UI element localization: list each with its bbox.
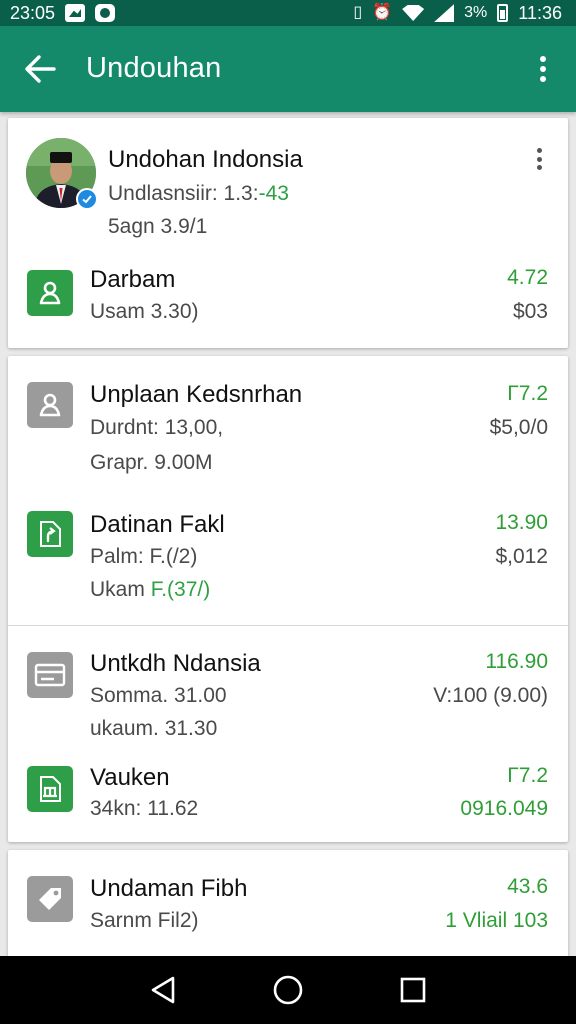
- list-item-amount: 13.90: [495, 511, 548, 534]
- list-item-title: Unplaan Kedsnrhan: [90, 381, 303, 408]
- list-item-amount: 43.6: [507, 875, 548, 898]
- list-item-amount-secondary: 1 Vliail 103: [445, 909, 548, 932]
- profile-line2: 5agn 3.9/1: [108, 215, 208, 238]
- file-chart-icon: [27, 766, 73, 812]
- card-icon: [27, 652, 73, 698]
- back-arrow-icon[interactable]: [24, 54, 56, 84]
- profile-name: Undohan Indonsia: [108, 146, 303, 173]
- person-icon: [27, 270, 73, 316]
- nav-back-icon[interactable]: [146, 973, 180, 1007]
- list-item-amount-secondary: 0916.049: [460, 797, 548, 820]
- tag-icon: [27, 876, 73, 922]
- list-item-subtitle: Sarnm Fil2): [90, 909, 199, 932]
- vibrate-icon: ▯: [353, 4, 363, 21]
- list-item-subtitle: Somma. 31.00: [90, 684, 227, 707]
- list-item-subtitle-secondary: Grapr. 9.00M: [90, 451, 213, 474]
- list-item-amount: 116.90: [485, 650, 548, 673]
- list-item-amount: Γ7.2: [507, 764, 548, 787]
- wifi-icon: [402, 5, 425, 21]
- battery-percent: 3%: [464, 4, 488, 21]
- verified-badge-icon: [76, 188, 98, 210]
- list-item-amount-secondary: V:100 (9.00): [433, 684, 548, 707]
- signal-icon: [434, 4, 455, 22]
- list-item-subtitle-secondary: Ukam F.(37/): [90, 578, 211, 601]
- system-navigation-bar: [0, 956, 576, 1024]
- profile-line1: Undlasnsiir: 1.3:-43: [108, 182, 289, 205]
- list-item-title: Untkdh Ndansia: [90, 650, 261, 677]
- list-item[interactable]: Vauken 34kn: 11.62 Γ7.2 0916.049: [8, 746, 568, 838]
- list-item-subtitle: Usam 3.30): [90, 300, 199, 323]
- list-item[interactable]: Undaman Fibh Sarnm Fil2) 43.6 1 Vliail 1…: [8, 850, 568, 958]
- list-item[interactable]: Unplaan Kedsnrhan Durdnt: 13,00, Grapr. …: [8, 356, 568, 491]
- transactions-card: Unplaan Kedsnrhan Durdnt: 13,00, Grapr. …: [8, 356, 568, 842]
- gallery-notification-icon: [65, 4, 86, 22]
- person-outline-icon: [27, 382, 73, 428]
- list-item-subtitle: Palm: F.(/2): [90, 545, 198, 568]
- app-bar: Undouhan: [0, 26, 576, 112]
- battery-icon: [497, 4, 509, 22]
- overflow-menu-icon[interactable]: [532, 54, 554, 84]
- nav-home-icon[interactable]: [271, 973, 305, 1007]
- list-item-amount: 4.72: [507, 266, 548, 289]
- list-item-title: Vauken: [90, 764, 170, 791]
- list-item-subtitle: Durdnt: 13,00,: [90, 416, 224, 439]
- status-time-right: 11:36: [518, 2, 562, 23]
- alarm-icon: ⏰: [372, 4, 393, 21]
- app-notification-icon: [95, 4, 116, 22]
- list-item[interactable]: Datinan Fakl Palm: F.(/2) Ukam F.(37/) 1…: [8, 491, 568, 626]
- list-item[interactable]: Untkdh Ndansia Somma. 31.00 ukaum. 31.30…: [8, 626, 568, 740]
- file-icon: [27, 511, 73, 557]
- status-bar: 23:05 ▯ ⏰ 3% 11:36: [0, 0, 576, 26]
- nav-recents-icon[interactable]: [396, 973, 430, 1007]
- list-item-subtitle-secondary: ukaum. 31.30: [90, 717, 218, 740]
- list-item-amount-secondary: $,012: [495, 545, 548, 568]
- list-item-title: Undaman Fibh: [90, 875, 248, 902]
- list-item-title: Datinan Fakl: [90, 511, 225, 538]
- profile-card: Undohan Indonsia Undlasnsiir: 1.3:-43 5a…: [8, 118, 568, 348]
- list-item-title: Darbam: [90, 266, 176, 293]
- list-item[interactable]: Darbam Usam 3.30) 4.72 $03: [8, 258, 568, 338]
- list-item-subtitle: 34kn: 11.62: [90, 797, 199, 820]
- list-item-amount-secondary: $03: [512, 300, 548, 323]
- list-item-amount: Γ7.2: [507, 382, 548, 405]
- status-time-left: 23:05: [10, 2, 56, 23]
- page-title: Undouhan: [86, 52, 222, 84]
- list-item-amount-secondary: $5,0/0: [489, 416, 548, 439]
- transactions-card-bottom: Undaman Fibh Sarnm Fil2) 43.6 1 Vliail 1…: [8, 850, 568, 958]
- card-overflow-menu-icon[interactable]: [534, 148, 544, 170]
